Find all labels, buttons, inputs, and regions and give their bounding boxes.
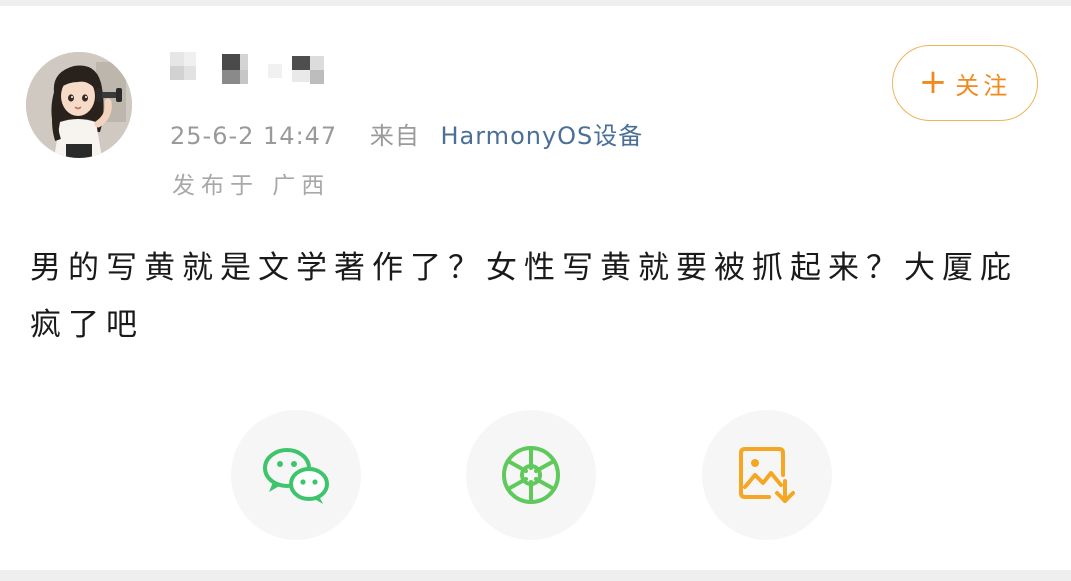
post-meta: 25-6-2 14:47 来自 HarmonyOS设备	[170, 116, 643, 151]
moments-icon	[502, 446, 560, 504]
follow-button[interactable]: + 关注	[892, 45, 1038, 121]
post-content: 男的写黄就是文学著作了？女性写黄就要被抓起来？大厦庇疯了吧	[30, 250, 1018, 343]
avatar[interactable]	[26, 52, 132, 158]
post-time: 25-6-2 14:47	[170, 122, 338, 150]
post-location: 发布于 广西	[172, 173, 331, 199]
mosaic-icon	[170, 52, 324, 84]
plus-icon: +	[918, 62, 948, 102]
post-card: 25-6-2 14:47 来自 HarmonyOS设备 发布于 广西 + 关注 …	[0, 6, 1071, 570]
save-image-button[interactable]	[702, 410, 832, 540]
share-moments-button[interactable]	[466, 410, 596, 540]
device-source-link[interactable]: HarmonyOS设备	[440, 122, 643, 150]
wechat-icon	[263, 448, 329, 504]
source-prefix: 来自	[369, 122, 420, 150]
follow-label: 关注	[955, 71, 1012, 100]
save-image-icon	[739, 447, 795, 503]
share-wechat-button[interactable]	[231, 410, 361, 540]
username-obscured[interactable]	[170, 50, 330, 94]
avatar-illustration-icon	[26, 52, 132, 158]
